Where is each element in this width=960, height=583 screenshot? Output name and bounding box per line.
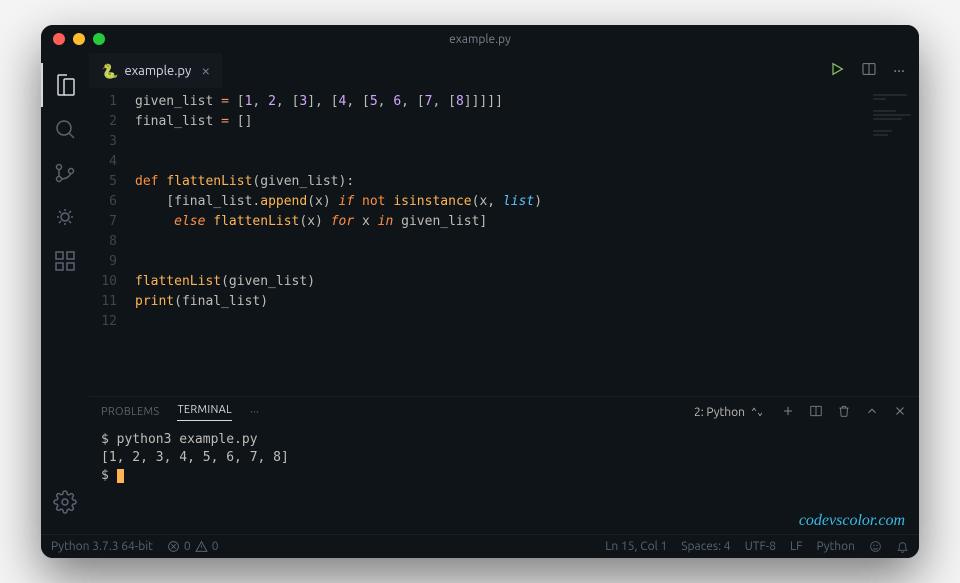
source-control-icon[interactable] [41,151,89,195]
activity-bar [41,53,89,534]
status-feedback-icon[interactable] [869,540,882,553]
line-numbers: 123456789101112 [89,88,135,396]
status-ln-col[interactable]: Ln 15, Col 1 [605,540,667,553]
terminal-selector[interactable]: 2: Python ⌃⌄ [690,404,767,421]
extensions-icon[interactable] [41,239,89,283]
minimap[interactable] [869,88,919,396]
more-actions-icon[interactable]: ··· [893,62,905,80]
status-spaces[interactable]: Spaces: 4 [681,540,730,553]
status-problems[interactable]: 0 0 [167,540,219,553]
split-editor-icon[interactable] [861,61,877,81]
vscode-window: example.py [41,25,919,558]
panel-tab-terminal[interactable]: TERMINAL [177,404,232,421]
maximize-window-button[interactable] [93,33,105,45]
tab-example-py[interactable]: 🐍 example.py × [89,53,222,88]
editor-actions: ··· [829,61,919,81]
new-terminal-icon[interactable] [781,404,795,421]
close-window-button[interactable] [53,33,65,45]
terminal-body[interactable]: $ python3 example.py[1, 2, 3, 4, 5, 6, 7… [89,427,919,534]
panel-tab-more[interactable]: ··· [250,406,259,418]
status-python-interpreter[interactable]: Python 3.7.3 64-bit [51,540,153,553]
status-eol[interactable]: LF [790,540,802,553]
debug-icon[interactable] [41,195,89,239]
close-panel-icon[interactable] [893,404,907,421]
kill-terminal-icon[interactable] [837,404,851,421]
status-language[interactable]: Python [816,540,855,553]
explorer-icon[interactable] [41,63,89,107]
code-area[interactable]: given_list = [1, 2, [3], [4, [5, 6, [7, … [135,88,869,396]
maximize-panel-icon[interactable] [865,404,879,421]
status-encoding[interactable]: UTF-8 [745,540,776,553]
status-bell-icon[interactable] [896,540,909,553]
tab-label: example.py [124,64,191,78]
traffic-lights [53,33,105,45]
search-icon[interactable] [41,107,89,151]
settings-gear-icon[interactable] [41,480,89,524]
python-file-icon: 🐍 [101,63,118,80]
status-bar: Python 3.7.3 64-bit 0 0 Ln 15, Col 1 Spa… [41,534,919,558]
panel: PROBLEMS TERMINAL ··· 2: Python ⌃⌄ [89,396,919,534]
minimize-window-button[interactable] [73,33,85,45]
panel-tab-problems[interactable]: PROBLEMS [101,406,159,418]
editor-body[interactable]: 123456789101112 given_list = [1, 2, [3],… [89,88,919,396]
panel-tabs: PROBLEMS TERMINAL ··· 2: Python ⌃⌄ [89,397,919,427]
titlebar: example.py [41,25,919,53]
window-title: example.py [449,33,511,46]
tabs-row: 🐍 example.py × ··· [89,53,919,88]
editor-group: 🐍 example.py × ··· 123456789101112 given… [89,53,919,534]
main-area: 🐍 example.py × ··· 123456789101112 given… [41,53,919,534]
watermark: codevscolor.com [799,512,905,530]
close-tab-icon[interactable]: × [201,62,210,80]
split-terminal-icon[interactable] [809,404,823,421]
dropdown-icon: ⌃⌄ [751,406,763,418]
run-button[interactable] [829,61,845,81]
